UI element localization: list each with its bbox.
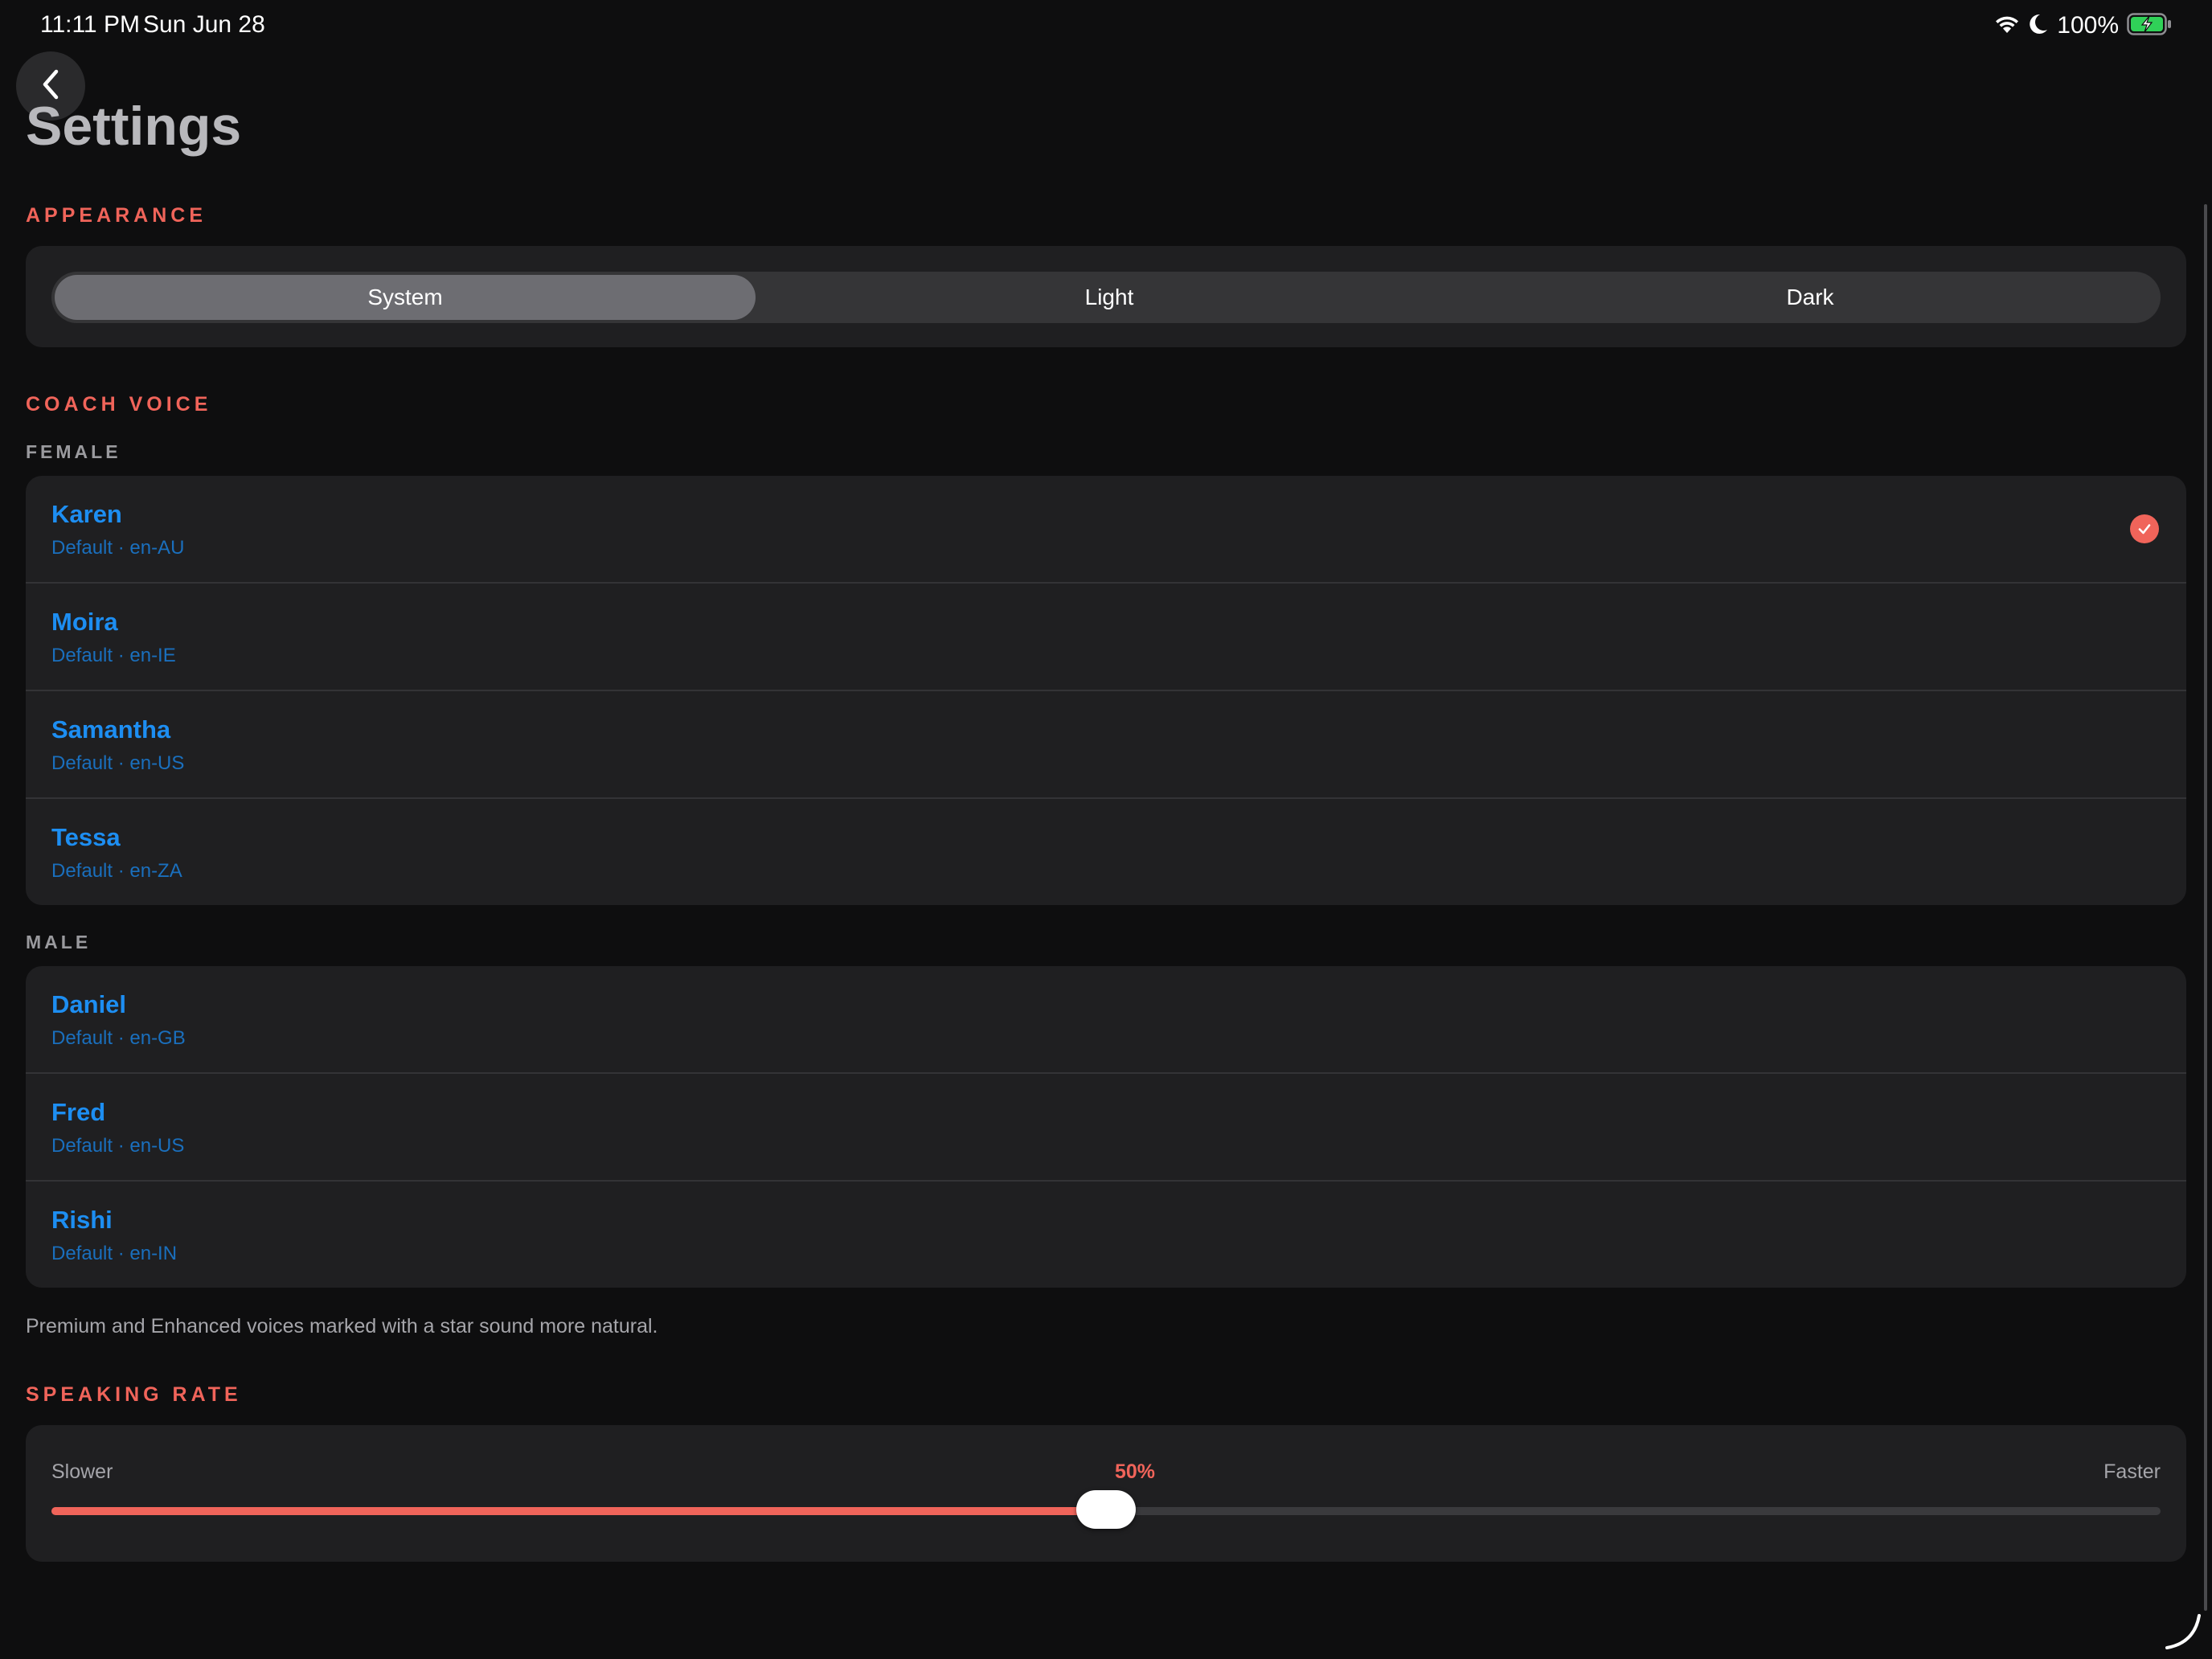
appearance-option-system[interactable]: System [55,275,756,320]
voice-row-daniel[interactable]: Daniel Default · en-GB [26,966,2186,1074]
male-voice-list: Daniel Default · en-GB Fred Default · en… [26,966,2186,1288]
voice-name: Tessa [51,823,121,851]
voice-detail: Default · en-IN [51,1243,178,1264]
battery-percent: 100% [2057,12,2119,39]
voice-name: Moira [51,608,118,636]
appearance-segmented-control: System Light Dark [51,272,2161,323]
speaking-rate-card: Slower 50% Faster [26,1425,2186,1562]
voice-name: Daniel [51,990,127,1018]
status-date: Sun Jun 28 [143,11,265,38]
moon-icon [2028,13,2049,39]
voice-name: Rishi [51,1206,113,1234]
voice-detail: Default · en-IE [51,645,176,666]
resize-handle-icon[interactable] [2162,1611,2202,1651]
faster-label: Faster [2103,1460,2161,1483]
voice-footnote: Premium and Enhanced voices marked with … [26,1315,658,1337]
voice-row-tessa[interactable]: Tessa Default · en-ZA [26,799,2186,905]
voice-row-fred[interactable]: Fred Default · en-US [26,1074,2186,1182]
slower-label: Slower [51,1460,113,1483]
appearance-section-header: APPEARANCE [26,204,207,227]
appearance-card: System Light Dark [26,246,2186,347]
slider-fill [51,1507,1106,1515]
voice-name: Karen [51,500,122,528]
rate-value: 50% [1114,1460,1156,1483]
voice-detail: Default · en-US [51,1135,185,1157]
voice-detail: Default · en-AU [51,537,185,559]
status-indicators: 100% [1994,11,2172,40]
speaking-rate-section-header: SPEAKING RATE [26,1383,242,1406]
coach-voice-section-header: COACH VOICE [26,393,212,416]
slider-thumb[interactable] [1076,1490,1136,1529]
status-bar: 11:11 PM Sun Jun 28 100% [0,0,2212,51]
voice-detail: Default · en-US [51,752,185,774]
female-voice-list: Karen Default · en-AU Moira Default · en… [26,476,2186,905]
checkmark-icon [2130,514,2159,543]
voice-detail: Default · en-GB [51,1027,186,1049]
appearance-option-dark[interactable]: Dark [1460,272,2161,323]
battery-charging-icon [2127,12,2172,39]
female-voices-header: FEMALE [26,441,121,462]
voice-row-samantha[interactable]: Samantha Default · en-US [26,691,2186,799]
appearance-option-light[interactable]: Light [759,272,1460,323]
wifi-icon [1994,14,2020,39]
voice-row-karen[interactable]: Karen Default · en-AU [26,476,2186,584]
speaking-rate-slider[interactable] [51,1490,2161,1529]
scroll-indicator[interactable] [2204,204,2207,1611]
voice-row-rishi[interactable]: Rishi Default · en-IN [26,1182,2186,1288]
page-title: Settings [26,96,242,157]
voice-name: Samantha [51,715,171,743]
status-time: 11:11 PM [40,11,140,38]
voice-detail: Default · en-ZA [51,860,182,882]
male-voices-header: MALE [26,932,92,952]
voice-name: Fred [51,1098,106,1126]
voice-row-moira[interactable]: Moira Default · en-IE [26,584,2186,691]
